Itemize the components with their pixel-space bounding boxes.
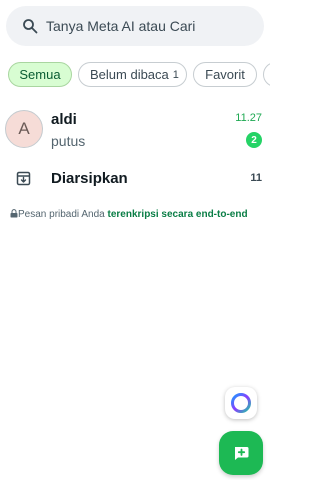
avatar-initial: A [18,119,30,138]
archived-row[interactable]: Diarsipkan 11 [0,166,270,192]
encryption-link[interactable]: terenkripsi secara end-to-end [108,209,248,220]
archived-count: 11 [250,172,262,184]
filter-chip-belum-dibaca[interactable]: Belum dibaca 1 [78,62,187,87]
filter-chip-more[interactable] [263,62,270,87]
meta-ai-button[interactable] [225,387,257,419]
filter-chip-semua[interactable]: Semua [8,62,72,87]
chat-last-message: putus [51,133,86,149]
filter-chip-count: 1 [172,68,179,81]
search-bar[interactable]: Tanya Meta AI atau Cari [6,6,264,46]
filter-chip-label: Belum dibaca [90,67,169,82]
meta-ai-icon [231,393,251,413]
avatar[interactable]: A [5,110,43,148]
filter-chip-label: Semua [19,67,61,82]
search-placeholder: Tanya Meta AI atau Cari [46,18,196,34]
lock-icon [10,209,18,218]
chat-time: 11.27 [235,112,262,124]
new-chat-button[interactable] [219,431,263,475]
unread-badge: 2 [246,132,262,148]
archived-label: Diarsipkan [51,170,128,187]
search-icon [23,19,38,34]
chat-item[interactable]: A aldi putus 11.27 2 [0,106,270,156]
encryption-text: Pesan pribadi Anda [18,209,108,220]
filter-chip-label: Favorit [205,67,245,82]
encryption-notice: Pesan pribadi Anda terenkripsi secara en… [10,209,260,220]
filter-chips: Semua Belum dibaca 1 Favorit [8,62,270,88]
filter-chip-favorit[interactable]: Favorit [193,62,257,87]
archive-icon [16,171,31,186]
chat-name: aldi [51,111,77,128]
new-chat-icon [235,447,249,460]
